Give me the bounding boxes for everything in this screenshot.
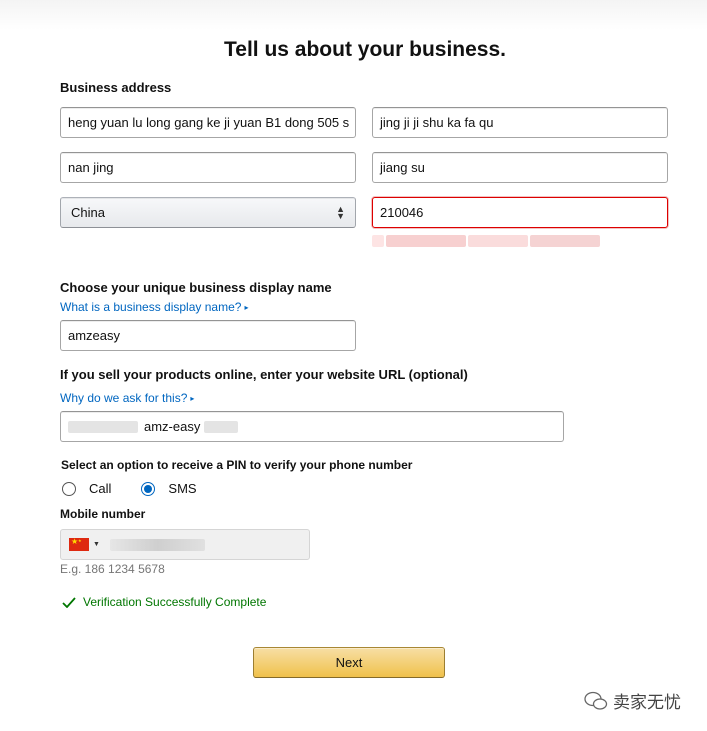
website-url-input[interactable]: amz-easy bbox=[60, 411, 564, 442]
address-line2-input[interactable]: jing ji ji shu ka fa qu bbox=[372, 107, 668, 138]
display-name-label: Choose your unique business display name bbox=[60, 280, 332, 295]
country-select[interactable]: China ▲ ▼ bbox=[60, 197, 356, 228]
postal-code-input[interactable]: 210046 bbox=[372, 197, 668, 228]
mobile-number-input[interactable]: ★ ★ ▼ bbox=[60, 529, 310, 560]
top-fade bbox=[0, 0, 707, 30]
caret-right-icon: ▸ bbox=[244, 303, 249, 312]
verification-message: Verification Successfully Complete bbox=[83, 595, 267, 609]
call-radio[interactable] bbox=[62, 481, 76, 496]
website-label: If you sell your products online, enter … bbox=[60, 367, 468, 382]
city-value: nan jing bbox=[68, 160, 114, 175]
verification-status: Verification Successfully Complete bbox=[62, 595, 266, 609]
address-line1-input[interactable]: heng yuan lu long gang ke ji yuan B1 don… bbox=[60, 107, 356, 138]
select-arrows-icon: ▲ ▼ bbox=[336, 203, 345, 221]
chat-bubble-icon bbox=[584, 691, 608, 710]
caret-right-icon: ▸ bbox=[190, 394, 195, 403]
pin-option-label: Select an option to receive a PIN to ver… bbox=[61, 458, 413, 472]
redacted-phone-number bbox=[109, 538, 205, 551]
display-name-help-text: What is a business display name? bbox=[60, 300, 242, 314]
country-value: China bbox=[71, 205, 105, 220]
check-icon bbox=[62, 596, 76, 608]
postal-code-value: 210046 bbox=[380, 205, 424, 220]
display-name-input[interactable]: amzeasy bbox=[60, 320, 356, 351]
country-dropdown-chevron-icon[interactable]: ▼ bbox=[93, 541, 100, 548]
watermark-text: 卖家无忧 bbox=[613, 693, 681, 712]
address-line2-value: jing ji ji shu ka fa qu bbox=[380, 115, 494, 130]
state-input[interactable]: jiang su bbox=[372, 152, 668, 183]
sms-radio[interactable] bbox=[141, 481, 156, 496]
china-flag-icon[interactable]: ★ ★ bbox=[69, 537, 89, 551]
website-help-text: Why do we ask for this? bbox=[60, 391, 188, 405]
display-name-help-link[interactable]: What is a business display name? ▸ bbox=[60, 300, 248, 314]
business-address-label: Business address bbox=[60, 80, 172, 95]
call-radio-label[interactable]: Call bbox=[89, 481, 111, 496]
redacted-url-suffix bbox=[204, 420, 239, 433]
redacted-error-message bbox=[372, 235, 602, 251]
address-line1-value: heng yuan lu long gang ke ji yuan B1 don… bbox=[68, 115, 350, 130]
state-value: jiang su bbox=[380, 160, 425, 175]
redacted-url-prefix bbox=[68, 420, 138, 433]
mobile-example-hint: E.g. 186 1234 5678 bbox=[60, 562, 165, 576]
city-input[interactable]: nan jing bbox=[60, 152, 356, 183]
page-title: Tell us about your business. bbox=[224, 38, 506, 61]
pin-radio-group: Call SMS bbox=[62, 481, 197, 496]
next-button-label: Next bbox=[335, 655, 363, 670]
next-button[interactable]: Next bbox=[253, 647, 445, 678]
display-name-value: amzeasy bbox=[68, 328, 121, 343]
sms-radio-label[interactable]: SMS bbox=[168, 481, 196, 496]
website-help-link[interactable]: Why do we ask for this? ▸ bbox=[60, 391, 194, 405]
mobile-number-label: Mobile number bbox=[60, 507, 146, 521]
website-url-value: amz-easy bbox=[144, 419, 201, 434]
watermark: 卖家无忧 bbox=[584, 688, 681, 713]
